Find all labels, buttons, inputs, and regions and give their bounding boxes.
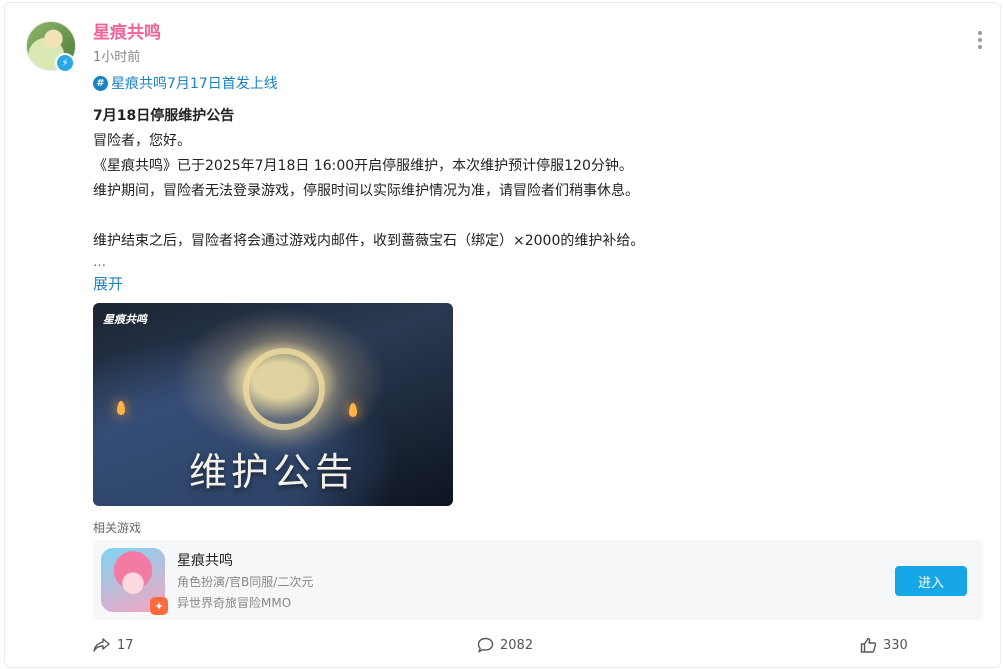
related-games-label: 相关游戏 — [93, 521, 142, 535]
game-icon: ✦ — [101, 548, 168, 615]
post-title: 7月18日停服维护公告 — [93, 108, 235, 124]
post-line: 《星痕共鸣》已于2025年7月18日 16:00开启停服维护，本次维护预计停服1… — [93, 158, 633, 174]
game-name: 星痕共鸣 — [177, 553, 233, 569]
game-tags: 角色扮演/官B同服/二次元 — [177, 575, 314, 589]
post-content: 7月18日停服维护公告 冒险者，您好。 《星痕共鸣》已于2025年7月18日 1… — [93, 104, 973, 254]
comment-button[interactable]: 2082 — [477, 637, 533, 653]
verified-icon: ⚡ — [55, 53, 75, 73]
author-name[interactable]: 星痕共鸣 — [93, 18, 161, 43]
post-image[interactable]: 星痕共鸣 维护公告 — [93, 303, 453, 506]
comment-icon — [477, 637, 494, 653]
game-description: 异世界奇旅冒险MMO — [177, 596, 292, 610]
game-badge-icon: ✦ — [150, 597, 168, 615]
topic-link[interactable]: # 星痕共鸣7月17日首发上线 — [93, 73, 278, 93]
like-icon — [860, 637, 877, 653]
like-count: 330 — [883, 637, 908, 653]
content-ellipsis: … — [93, 255, 106, 270]
comment-count: 2082 — [500, 637, 534, 653]
share-icon — [93, 638, 110, 652]
banner-logo: 星痕共鸣 — [103, 313, 147, 326]
post-card: ⚡ 星痕共鸣 1小时前 # 星痕共鸣7月17日首发上线 7月18日停服维护公告 … — [4, 2, 1001, 668]
topic-label: 星痕共鸣7月17日首发上线 — [111, 76, 278, 92]
topic-hash-icon: # — [93, 75, 108, 91]
banner-flame — [117, 401, 125, 415]
related-game-card[interactable]: ✦ 星痕共鸣 角色扮演/官B同服/二次元 异世界奇旅冒险MMO 进入 — [93, 540, 983, 620]
banner-title: 维护公告 — [188, 450, 357, 494]
post-line: 维护期间，冒险者无法登录游戏，停服时间以实际维护情况为准，请冒险者们稍事休息。 — [93, 183, 639, 199]
banner-flame — [349, 403, 357, 417]
expand-link[interactable]: 展开 — [93, 273, 123, 294]
like-button[interactable]: 330 — [860, 637, 908, 653]
enter-button[interactable]: 进入 — [895, 566, 967, 596]
post-line: 维护结束之后，冒险者将会通过游戏内邮件，收到蔷薇宝石（绑定）×2000的维护补给… — [93, 233, 645, 249]
banner-artwork — [243, 348, 325, 430]
more-icon[interactable] — [978, 31, 982, 49]
share-button[interactable]: 17 — [93, 637, 134, 653]
post-line: 冒险者，您好。 — [93, 133, 191, 149]
share-count: 17 — [117, 637, 134, 653]
post-time: 1小时前 — [93, 50, 141, 65]
